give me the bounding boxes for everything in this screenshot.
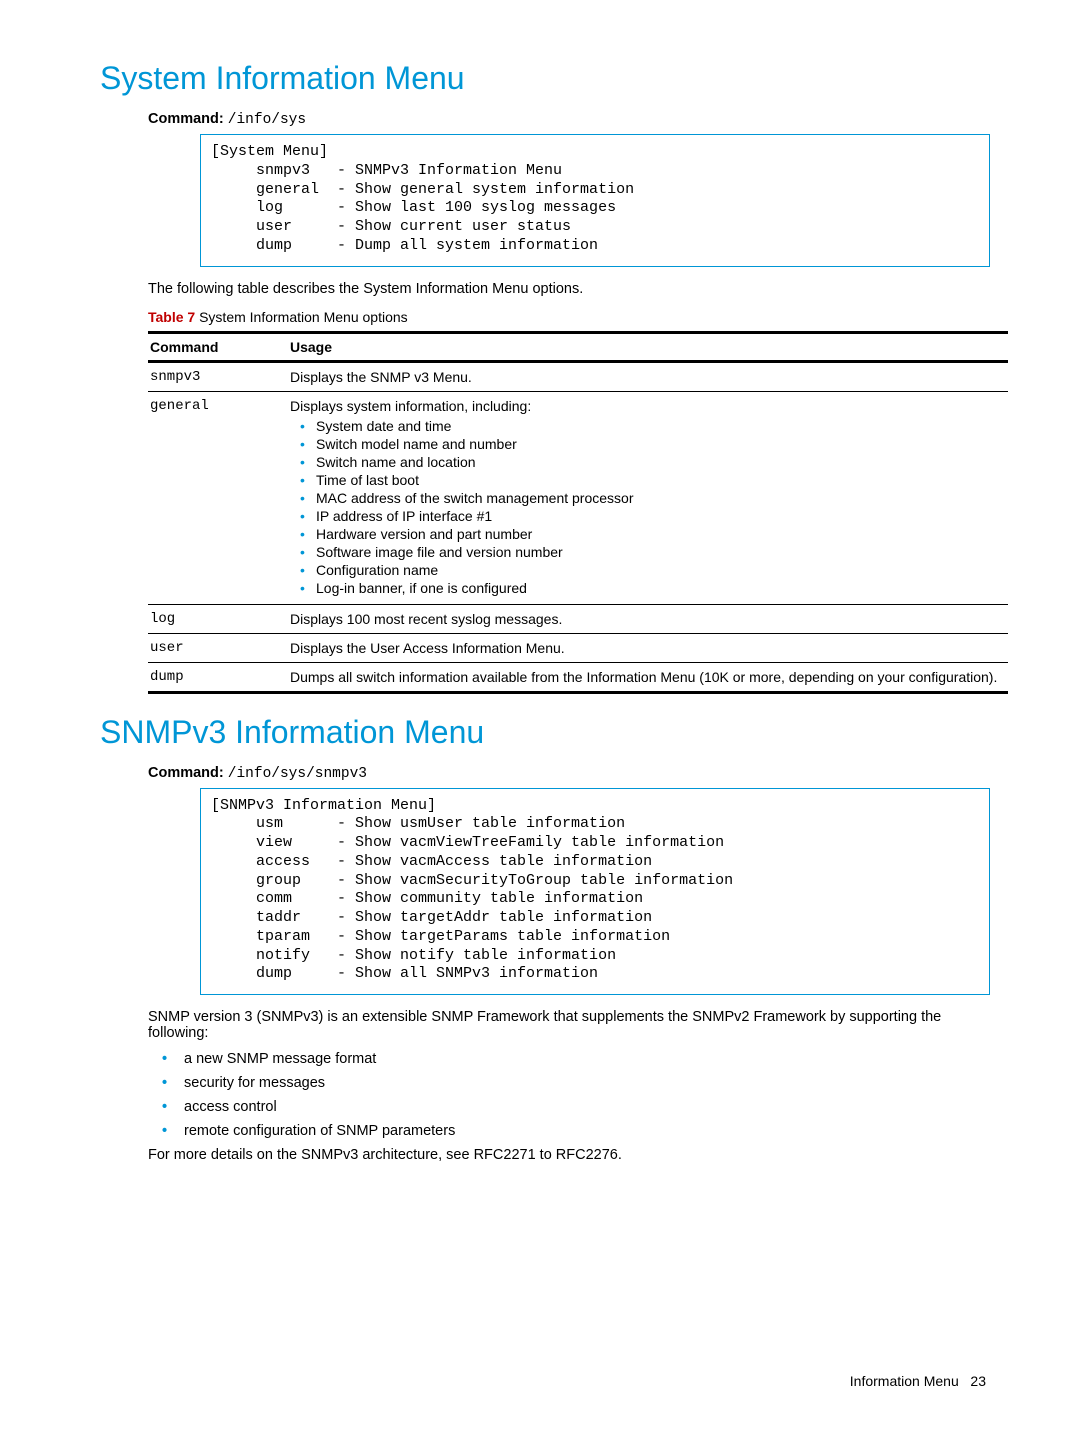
outro-paragraph: For more details on the SNMPv3 architect… [148, 1147, 990, 1163]
usage-dump: Dumps all switch information available f… [288, 662, 1008, 692]
list-item: Switch name and location [316, 454, 1000, 470]
list-item: IP address of IP interface #1 [316, 508, 1000, 524]
section-heading-system-info: System Information Menu [100, 60, 990, 97]
general-usage-list: System date and time Switch model name a… [290, 418, 1000, 596]
section-heading-snmpv3: SNMPv3 Information Menu [100, 714, 990, 751]
list-item: Time of last boot [316, 472, 1000, 488]
cmd-user: user [148, 633, 288, 662]
list-item: security for messages [184, 1075, 990, 1091]
intro-paragraph: The following table describes the System… [148, 281, 990, 297]
table-row: user Displays the User Access Informatio… [148, 633, 1008, 662]
command-value: /info/sys [228, 112, 306, 128]
th-usage: Usage [288, 332, 1008, 361]
footer-text: Information Menu [850, 1373, 959, 1389]
command-value: /info/sys/snmpv3 [228, 766, 367, 782]
options-table: Command Usage snmpv3 Displays the SNMP v… [148, 331, 1008, 694]
intro-paragraph: SNMP version 3 (SNMPv3) is an extensible… [148, 1009, 990, 1041]
list-item: Hardware version and part number [316, 526, 1000, 542]
th-command: Command [148, 332, 288, 361]
list-item: Switch model name and number [316, 436, 1000, 452]
cmd-log: log [148, 604, 288, 633]
command-line: Command: /info/sys/snmpv3 [148, 765, 990, 782]
page-footer: Information Menu 23 [100, 1373, 990, 1389]
usage-log: Displays 100 most recent syslog messages… [288, 604, 1008, 633]
table-row: general Displays system information, inc… [148, 391, 1008, 604]
cmd-snmpv3: snmpv3 [148, 361, 288, 391]
system-menu-codebox: [System Menu] snmpv3 - SNMPv3 Informatio… [200, 134, 990, 267]
command-label: Command: [148, 765, 224, 781]
page-number: 23 [970, 1373, 986, 1389]
table-title: System Information Menu options [195, 309, 407, 325]
cmd-dump: dump [148, 662, 288, 692]
snmpv3-menu-codebox: [SNMPv3 Information Menu] usm - Show usm… [200, 788, 990, 996]
list-item: Configuration name [316, 562, 1000, 578]
table-caption: Table 7 System Information Menu options [148, 309, 990, 325]
list-item: remote configuration of SNMP parameters [184, 1123, 990, 1139]
general-usage-intro: Displays system information, including: [290, 398, 531, 414]
document-page: System Information Menu Command: /info/s… [0, 0, 1080, 1439]
table-row: log Displays 100 most recent syslog mess… [148, 604, 1008, 633]
command-label: Command: [148, 111, 224, 127]
list-item: a new SNMP message format [184, 1051, 990, 1067]
table-row: snmpv3 Displays the SNMP v3 Menu. [148, 361, 1008, 391]
list-item: Software image file and version number [316, 544, 1000, 560]
usage-general: Displays system information, including: … [288, 391, 1008, 604]
list-item: access control [184, 1099, 990, 1115]
table-number: Table 7 [148, 309, 195, 325]
cmd-general: general [148, 391, 288, 604]
list-item: MAC address of the switch management pro… [316, 490, 1000, 506]
feature-list: a new SNMP message format security for m… [162, 1051, 990, 1139]
list-item: Log-in banner, if one is configured [316, 580, 1000, 596]
table-row: dump Dumps all switch information availa… [148, 662, 1008, 692]
usage-snmpv3: Displays the SNMP v3 Menu. [288, 361, 1008, 391]
list-item: System date and time [316, 418, 1000, 434]
command-line: Command: /info/sys [148, 111, 990, 128]
usage-user: Displays the User Access Information Men… [288, 633, 1008, 662]
